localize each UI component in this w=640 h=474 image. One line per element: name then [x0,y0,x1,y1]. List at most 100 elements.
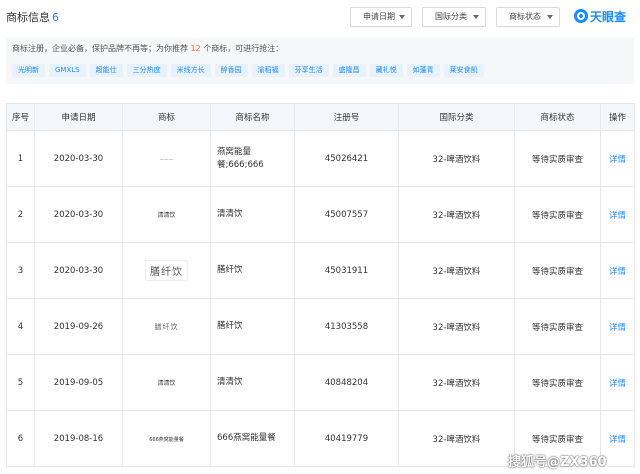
row-apply-date: 2019-08-16 [34,410,123,467]
trademark-image: 清清饮 [157,377,176,387]
trademark-table: 序号 申请日期 商标 商标名称 注册号 国际分类 商标状态 操作 1 2020-… [6,103,635,467]
row-status: 等待实质审查 [514,130,601,187]
trademark-image: 膳纤饮 [154,321,179,332]
recommended-tag[interactable]: 芬享生活 [288,64,329,77]
row-mark-name: 膳纤饮 [210,242,295,299]
row-class: 32-啤酒饮料 [398,354,515,411]
trademark-image: ··········· [159,156,174,162]
table-row: 2 2020-03-30 清清饮 清清饮 45007557 32-啤酒饮料 等待… [6,186,635,243]
recommended-tag[interactable]: 盛隆昌 [332,64,366,77]
row-index: 3 [6,242,35,299]
row-reg-no: 41303558 [294,298,399,355]
row-reg-no: 40848204 [294,354,399,411]
table-row: 4 2019-09-26 膳纤饮 膳纤饮 41303558 32-啤酒饮料 等待… [6,298,635,355]
row-detail-link[interactable]: 详情 [600,242,635,299]
row-reg-no: 45007557 [294,186,399,243]
row-mark-image: 清清饮 [122,186,211,243]
recommendation-text-after: 个商标，可进行抢注： [203,44,284,53]
trademark-recommendation-panel: 商标注册，企业必备，保护品牌不再等；为你推荐 12 个商标，可进行抢注： 光明新… [6,38,634,84]
chevron-down-icon [399,15,405,19]
recommended-tags: 光明新 GMXLS 超能仕 三分热度 米线方长 醉香园 渝稻福 芬享生活 盛隆昌… [12,64,484,78]
row-mark-name: 燕窝能量餐;666;666 [210,130,295,187]
column-header-mark-name: 商标名称 [210,103,295,131]
logo-text: 天眼查 [590,10,627,24]
row-apply-date: 2020-03-30 [34,186,123,243]
row-reg-no: 45026421 [294,130,399,187]
row-mark-image: 膳纤饮 [122,298,211,355]
row-index: 2 [6,186,35,243]
recommended-tag[interactable]: 渝稻福 [251,64,285,77]
sohu-watermark: 搜狐号@ZX360 [508,455,607,470]
row-apply-date: 2020-03-30 [34,242,123,299]
row-class: 32-啤酒饮料 [398,242,515,299]
column-header-index: 序号 [6,103,35,131]
row-reg-no: 45031911 [294,242,399,299]
row-index: 5 [6,354,35,411]
tianyancha-logo: 天眼查 [574,8,626,26]
row-mark-name: 膳纤饮 [210,298,295,355]
chevron-down-icon [473,15,479,19]
table-row: 5 2019-09-05 清清饮 清清饮 40848204 32-啤酒饮料 等待… [6,354,635,411]
row-class: 32-啤酒饮料 [398,298,515,355]
recommended-tag[interactable]: 三分热度 [126,64,167,77]
row-detail-link[interactable]: 详情 [600,354,635,411]
recommended-tag[interactable]: 米线方长 [170,64,211,77]
filter-apply-date-label: 申请日期 [363,12,395,21]
trademark-image: 膳纤饮 [145,260,188,281]
row-status: 等待实质审查 [514,354,601,411]
row-mark-image: ··········· [122,130,211,187]
recommended-tag[interactable]: 超能仕 [89,64,123,77]
column-header-apply-date: 申请日期 [34,103,123,131]
recommended-tag[interactable]: GMXLS [49,64,86,77]
row-apply-date: 2019-09-26 [34,298,123,355]
column-header-action: 操作 [600,103,635,131]
table-header-row: 序号 申请日期 商标 商标名称 注册号 国际分类 商标状态 操作 [6,103,635,131]
recommended-tag[interactable]: 光明新 [12,64,45,77]
row-status: 等待实质审查 [514,242,601,299]
row-detail-link[interactable]: 详情 [600,130,635,187]
recommended-tag[interactable]: 醉香园 [214,64,248,77]
row-apply-date: 2019-09-05 [34,354,123,411]
table-row: 1 2020-03-30 ··········· 燕窝能量餐;666;666 4… [6,130,635,187]
row-mark-name: 666燕窝能量餐 [210,410,295,467]
recommended-tag[interactable]: 藏礼悦 [369,64,403,77]
row-index: 4 [6,298,35,355]
row-mark-image: 膳纤饮 [122,242,211,299]
row-class: 32-啤酒饮料 [398,130,515,187]
trademark-count: 6 [52,11,59,24]
trademark-image: 清清饮 [157,209,176,219]
section-title: 商标信息 6 [6,9,59,25]
row-mark-image: 清清饮 [122,354,211,411]
row-class: 32-啤酒饮料 [398,410,515,467]
filter-trademark-status-label: 商标状态 [509,12,541,21]
row-status: 等待实质审查 [514,186,601,243]
recommended-tag[interactable]: 莱安食凯 [443,64,484,77]
column-header-mark: 商标 [122,103,211,131]
row-apply-date: 2020-03-30 [34,130,123,187]
row-detail-link[interactable]: 详情 [600,298,635,355]
row-index: 6 [6,410,35,467]
column-header-status: 商标状态 [514,103,601,131]
section-header: 商标信息 6 申请日期 国际分类 商标状态 天眼查 [0,0,640,36]
row-status: 等待实质审查 [514,298,601,355]
filter-international-class-dropdown[interactable]: 国际分类 [422,7,486,27]
row-mark-image: 666燕窝能量餐 [122,410,211,467]
row-detail-link[interactable]: 详情 [600,186,635,243]
filter-trademark-status-dropdown[interactable]: 商标状态 [496,7,560,27]
filter-international-class-label: 国际分类 [435,12,467,21]
recommendation-text: 商标注册，企业必备，保护品牌不再等；为你推荐 12 个商标，可进行抢注： [12,43,283,54]
chevron-down-icon [547,15,553,19]
column-header-class: 国际分类 [398,103,515,131]
row-mark-name: 清清饮 [210,354,295,411]
recommended-tag[interactable]: 如蓬青 [406,64,440,77]
recommendation-text-before: 商标注册，企业必备，保护品牌不再等；为你推荐 [12,44,188,53]
row-class: 32-啤酒饮料 [398,186,515,243]
section-title-text: 商标信息 [6,11,50,24]
filter-apply-date-dropdown[interactable]: 申请日期 [350,7,412,27]
eye-logo-icon [574,9,588,23]
row-mark-name: 清清饮 [210,186,295,243]
recommendation-count: 12 [190,44,201,53]
row-reg-no: 40419779 [294,410,399,467]
row-index: 1 [6,130,35,187]
column-header-reg-no: 注册号 [294,103,399,131]
